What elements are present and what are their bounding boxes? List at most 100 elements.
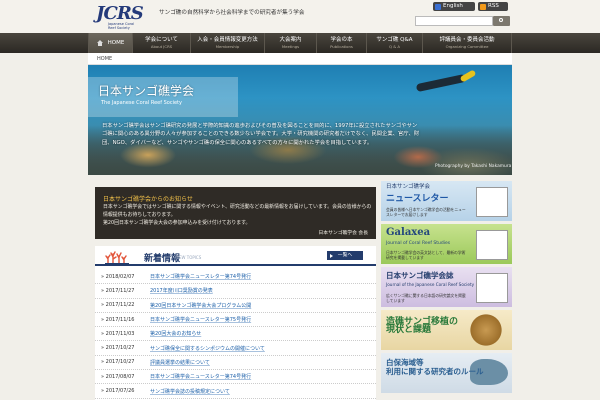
journal-thumbnail: [476, 230, 508, 260]
hero-title: 日本サンゴ礁学会: [98, 84, 195, 98]
news-link[interactable]: 第20回大会のお知らせ: [150, 330, 201, 337]
search-button[interactable]: [493, 16, 510, 26]
banner-text: 会員の皆様へ日本サンゴ礁学会の活動をニュースレターでお届けします: [386, 207, 466, 217]
home-icon: [96, 40, 104, 46]
news-link[interactable]: 2017年度川口奨励賞の発表: [150, 287, 213, 294]
banner-shiraho-rules[interactable]: 白保海域等 利用に関する研究者のルール: [381, 353, 512, 393]
notice-box: 日本サンゴ礁学会からのお知らせ 日本サンゴ礁学会ではサンゴ礁に関する情報やイベン…: [95, 187, 376, 239]
news-link[interactable]: サンゴ礁保全に関するシンポジウムの開催について: [150, 345, 265, 352]
breadcrumb-bar: HOME: [88, 53, 512, 65]
nav-sublabel: Organizing Committee: [445, 44, 489, 49]
hero-description: 日本サンゴ礁学会はサンゴ礁研究の発展と学際的知識の進歩およびその普及を図ることを…: [102, 123, 420, 146]
diver-photo: [408, 69, 478, 93]
nav-sublabel: About JCRS: [150, 44, 173, 49]
hero-subtitle: The Japanese Coral Reef Society: [101, 100, 182, 106]
site-header: JCRS Japanese Coral Reef Society サンゴ礁の自然…: [0, 0, 600, 33]
breadcrumb[interactable]: HOME: [97, 56, 112, 62]
nav-committee[interactable]: 評議員会・委員会活動 Organizing Committee: [422, 33, 512, 53]
news-date: » 2017/07/26: [101, 388, 135, 395]
notice-title: 日本サンゴ礁学会からのお知らせ: [103, 196, 193, 203]
banner-title: Journal of the Japanese Coral Reef Socie…: [386, 282, 475, 287]
coral-image: [466, 314, 506, 346]
main-nav: HOME 学会について About JCRS 入会・会員情報変更方法 Membe…: [0, 33, 600, 53]
notice-paragraph-2[interactable]: 第20回日本サンゴ礁学会大会の参加申込みを受け付けております。: [103, 220, 250, 226]
rss-button[interactable]: RSS: [478, 2, 508, 11]
news-row: » 2017/10/27 評議員選挙の結果について: [95, 356, 376, 371]
news-date: » 2017/11/27: [101, 287, 135, 294]
news-date: » 2017/11/03: [101, 330, 135, 337]
site-tagline: サンゴ礁の自然科学から社会科学までの研究者が集う学会: [159, 10, 305, 16]
news-link[interactable]: 日本サンゴ礁学会ニュースレター第74号発行: [150, 273, 251, 280]
photo-credit: Photography by Takashi Nakamura: [435, 164, 512, 169]
news-list: » 2018/02/07 日本サンゴ礁学会ニュースレター第74号発行 » 201…: [95, 270, 376, 399]
nav-sublabel: Q & A: [389, 44, 400, 49]
news-list-button[interactable]: 一覧へ: [327, 251, 363, 260]
news-subtitle: NEW TOPICS: [176, 255, 202, 260]
search-input[interactable]: [415, 16, 493, 26]
english-label: English: [443, 3, 463, 9]
nav-meetings[interactable]: 大会案内 Meetings: [264, 33, 316, 53]
news-row: » 2017/10/27 サンゴ礁保全に関するシンポジウムの開催について: [95, 341, 376, 356]
news-link[interactable]: 日本サンゴ礁学会ニュースレター第75号発行: [150, 316, 251, 323]
news-row: » 2017/07/26 サンゴ礁学会誌の投稿規定について: [95, 384, 376, 399]
logo-text: JCRS: [96, 3, 144, 24]
hero-banner: 日本サンゴ礁学会 The Japanese Coral Reef Society…: [88, 65, 512, 175]
banner-journal[interactable]: 日本サンゴ礁学会誌 Journal of the Japanese Coral …: [381, 267, 512, 307]
banner-title: 利用に関する研究者のルール: [386, 367, 484, 376]
banner-transplant[interactable]: 造礁サンゴ移植の 現状と課題: [381, 310, 512, 350]
news-row: » 2017/11/27 2017年度川口奨励賞の発表: [95, 284, 376, 299]
nav-label: サンゴ礁 Q&A: [376, 37, 413, 43]
sidebar-banners: 日本サンゴ礁学会 ニュースレター 会員の皆様へ日本サンゴ礁学会の活動をニュースレ…: [381, 181, 512, 396]
news-title: 新着情報: [144, 254, 181, 264]
news-row: » 2017/11/03 第20回大会のお知らせ: [95, 327, 376, 342]
banner-text: 日本サンゴ礁学会の英文誌として、最新の学術研究を掲載しています: [386, 250, 466, 260]
news-link[interactable]: 日本サンゴ礁学会ニュースレター第74号発行: [150, 373, 251, 380]
rss-label: RSS: [488, 3, 499, 9]
nav-membership[interactable]: 入会・会員情報変更方法 Membership: [190, 33, 264, 53]
news-link[interactable]: 評議員選挙の結果について: [150, 359, 210, 366]
news-header: 新着情報 NEW TOPICS 一覧へ: [95, 246, 376, 266]
news-row: » 2018/02/07 日本サンゴ礁学会ニュースレター第74号発行: [95, 270, 376, 285]
nav-publications[interactable]: 学会の本 Publications: [316, 33, 366, 53]
notice-signature: 日本サンゴ礁学会 会長: [318, 231, 369, 236]
journal-thumbnail: [476, 273, 508, 303]
logo-subtext: Japanese Coral Reef Society: [108, 22, 135, 30]
globe-icon: [435, 3, 441, 10]
banner-heading: Galaxea: [386, 227, 431, 238]
banner-text: 広くサンゴ礁に関する日本語の研究論文を掲載しています: [386, 293, 466, 303]
news-link[interactable]: 第20回日本サンゴ礁学会大会プログラム公開: [150, 302, 251, 309]
nav-sublabel: Publications: [330, 44, 353, 49]
search-icon: [499, 18, 503, 22]
banner-newsletter[interactable]: 日本サンゴ礁学会 ニュースレター 会員の皆様へ日本サンゴ礁学会の活動をニュースレ…: [381, 181, 512, 221]
english-button[interactable]: English: [433, 2, 475, 11]
rss-icon: [480, 3, 486, 10]
banner-galaxea[interactable]: Galaxea Journal of Coral Reef Studies 日本…: [381, 224, 512, 264]
banner-heading: ニュースレター: [386, 194, 449, 204]
nav-sublabel: Membership: [215, 44, 240, 49]
news-date: » 2018/02/07: [101, 273, 135, 280]
news-row: » 2017/11/22 第20回日本サンゴ礁学会大会プログラム公開: [95, 299, 376, 313]
news-link[interactable]: サンゴ礁学会誌の投稿規定について: [150, 388, 230, 395]
banner-heading: 日本サンゴ礁学会誌: [386, 271, 454, 280]
nav-label: 学会の本: [330, 37, 353, 43]
nav-about[interactable]: 学会について About JCRS: [132, 33, 190, 53]
news-date: » 2017/08/07: [101, 373, 135, 380]
news-row: » 2017/08/07 日本サンゴ礁学会ニュースレター第74号発行: [95, 370, 376, 385]
nav-sublabel: Meetings: [281, 44, 300, 49]
nav-home[interactable]: HOME: [88, 33, 132, 53]
nav-label: 学会について: [145, 37, 178, 43]
banner-title: Journal of Coral Reef Studies: [386, 241, 451, 246]
coral-icon: [105, 251, 129, 264]
news-section: 新着情報 NEW TOPICS 一覧へ » 2018/02/07 日本サンゴ礁学…: [95, 246, 376, 400]
nav-qa[interactable]: サンゴ礁 Q&A Q & A: [366, 33, 422, 53]
newsletter-thumbnail: [476, 187, 508, 217]
hero-title-box: 日本サンゴ礁学会 The Japanese Coral Reef Society: [88, 77, 238, 117]
banner-title: 現状と課題: [386, 325, 432, 335]
notice-paragraph: 日本サンゴ礁学会ではサンゴ礁に関する情報やイベント、研究活動などの最新情報をお届…: [103, 204, 372, 218]
site-logo[interactable]: JCRS Japanese Coral Reef Society: [96, 3, 148, 30]
notice-body: 日本サンゴ礁学会ではサンゴ礁に関する情報やイベント、研究活動などの最新情報をお届…: [103, 203, 373, 227]
page: JCRS Japanese Coral Reef Society サンゴ礁の自然…: [0, 0, 600, 400]
news-date: » 2017/10/27: [101, 345, 135, 352]
nav-label: 大会案内: [279, 37, 302, 43]
news-date: » 2017/11/16: [101, 316, 135, 323]
